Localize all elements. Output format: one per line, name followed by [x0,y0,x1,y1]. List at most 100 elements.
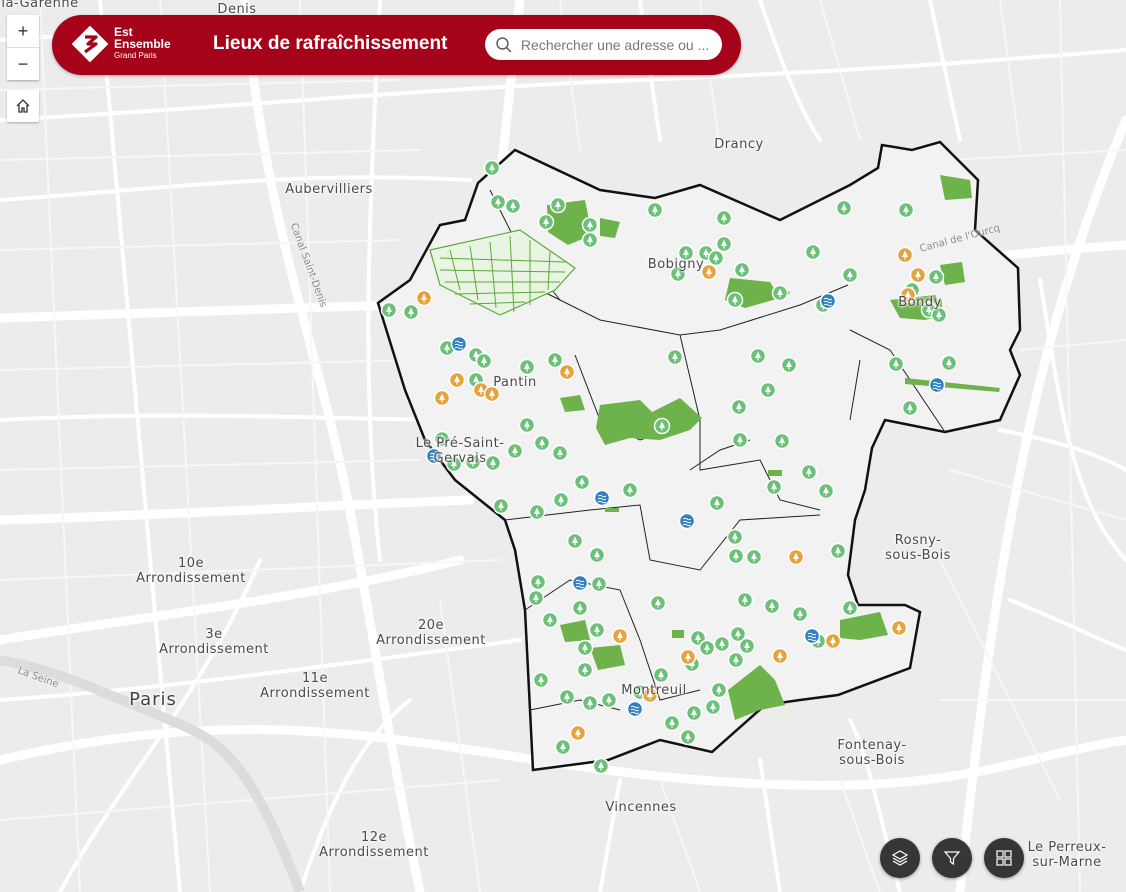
park-marker[interactable] [506,442,524,460]
park-marker[interactable] [765,478,783,496]
park-marker[interactable] [841,266,859,284]
water-marker[interactable] [450,335,468,353]
park-marker[interactable] [817,482,835,500]
park-marker[interactable] [518,416,536,434]
layers-button[interactable] [880,838,920,878]
shade-marker[interactable] [787,548,805,566]
shade-marker[interactable] [679,648,697,666]
park-marker[interactable] [571,599,589,617]
park-marker[interactable] [666,348,684,366]
park-marker[interactable] [554,738,572,756]
park-marker[interactable] [529,573,547,591]
park-marker[interactable] [621,481,639,499]
park-marker[interactable] [566,532,584,550]
park-marker[interactable] [738,637,756,655]
park-marker[interactable] [546,351,564,369]
park-marker[interactable] [483,159,501,177]
park-marker[interactable] [581,216,599,234]
park-marker[interactable] [736,591,754,609]
water-marker[interactable] [626,700,644,718]
park-marker[interactable] [698,639,716,657]
park-marker[interactable] [731,431,749,449]
park-marker[interactable] [727,547,745,565]
park-marker[interactable] [532,671,550,689]
park-marker[interactable] [707,249,725,267]
park-marker[interactable] [829,542,847,560]
park-marker[interactable] [841,599,859,617]
park-marker[interactable] [649,594,667,612]
park-marker[interactable] [541,611,559,629]
park-marker[interactable] [791,605,809,623]
park-marker[interactable] [685,704,703,722]
park-marker[interactable] [710,681,728,699]
shade-marker[interactable] [448,371,466,389]
park-marker[interactable] [715,209,733,227]
park-marker[interactable] [715,235,733,253]
park-marker[interactable] [646,201,664,219]
map-canvas[interactable] [0,0,1126,892]
park-marker[interactable] [653,417,671,435]
park-marker[interactable] [573,473,591,491]
park-marker[interactable] [887,355,905,373]
park-marker[interactable] [663,714,681,732]
park-marker[interactable] [504,197,522,215]
park-marker[interactable] [527,589,545,607]
shade-marker[interactable] [771,647,789,665]
park-marker[interactable] [551,444,569,462]
park-marker[interactable] [576,661,594,679]
park-marker[interactable] [726,291,744,309]
park-marker[interactable] [576,639,594,657]
shade-marker[interactable] [824,632,842,650]
water-marker[interactable] [678,512,696,530]
park-marker[interactable] [489,193,507,211]
park-marker[interactable] [518,358,536,376]
park-marker[interactable] [730,398,748,416]
shade-marker[interactable] [569,724,587,742]
park-marker[interactable] [749,347,767,365]
park-marker[interactable] [592,757,610,775]
park-marker[interactable] [600,691,618,709]
park-marker[interactable] [927,268,945,286]
park-marker[interactable] [800,463,818,481]
shade-marker[interactable] [909,266,927,284]
park-marker[interactable] [733,261,751,279]
park-marker[interactable] [773,432,791,450]
park-marker[interactable] [704,698,722,716]
park-marker[interactable] [727,651,745,669]
park-marker[interactable] [763,597,781,615]
zoom-in-button[interactable]: + [7,15,39,47]
park-marker[interactable] [528,503,546,521]
park-marker[interactable] [537,213,555,231]
park-marker[interactable] [804,243,822,261]
park-marker[interactable] [835,199,853,217]
shade-marker[interactable] [890,619,908,637]
park-marker[interactable] [745,548,763,566]
search-input[interactable] [518,35,722,54]
water-marker[interactable] [928,376,946,394]
park-marker[interactable] [726,528,744,546]
shade-marker[interactable] [558,363,576,381]
park-marker[interactable] [780,356,798,374]
water-marker[interactable] [819,292,837,310]
shade-marker[interactable] [433,389,451,407]
park-marker[interactable] [475,352,493,370]
park-marker[interactable] [771,284,789,302]
park-marker[interactable] [581,231,599,249]
park-marker[interactable] [380,301,398,319]
park-marker[interactable] [492,497,510,515]
park-marker[interactable] [581,694,599,712]
water-marker[interactable] [803,627,821,645]
park-marker[interactable] [713,635,731,653]
water-marker[interactable] [571,574,589,592]
water-marker[interactable] [593,489,611,507]
home-button[interactable] [7,90,39,122]
park-marker[interactable] [652,666,670,684]
basemap-gallery-button[interactable] [984,838,1024,878]
park-marker[interactable] [901,399,919,417]
filter-button[interactable] [932,838,972,878]
park-marker[interactable] [940,354,958,372]
park-marker[interactable] [549,196,567,214]
park-marker[interactable] [588,546,606,564]
park-marker[interactable] [558,688,576,706]
shade-marker[interactable] [611,627,629,645]
